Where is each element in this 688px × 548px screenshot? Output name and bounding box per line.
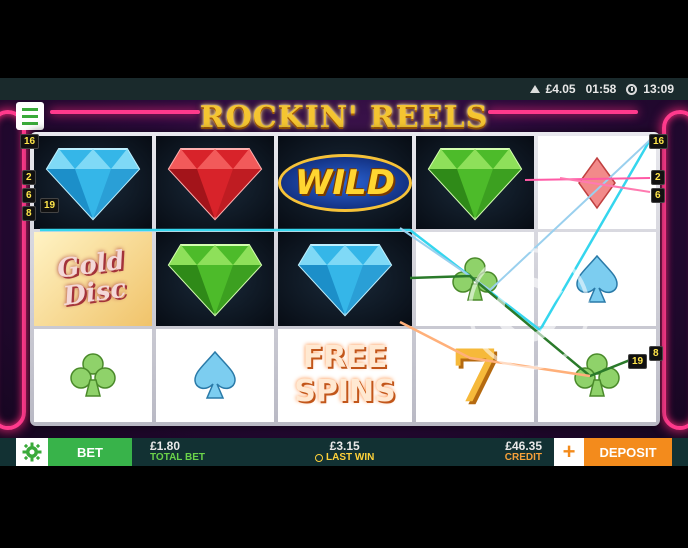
free-spins-text-1: FREE [302,340,388,376]
neon-frame-right [662,110,688,430]
line-marker-left: 6 [22,188,36,203]
green-diamond-icon [167,243,263,317]
line-marker-left: 16 [20,134,40,149]
clock-icon [626,83,638,95]
reel-cell [155,328,274,422]
reel-1: Gold Disc [34,136,152,422]
line-marker-right: 19 [628,354,648,369]
reel-cell [155,136,274,230]
menu-line [22,114,38,118]
bottom-bar: BET £1.80 TOTAL BET £3.15 LAST WIN £46.3… [0,438,688,466]
line-marker-right: 2 [651,170,665,185]
last-win-display: £3.15 LAST WIN [315,438,374,466]
reel-3: WILD FREE SPINS [277,136,413,422]
menu-line [22,107,38,111]
deposit-button[interactable]: DEPOSIT [584,438,672,466]
reel-cell: WILD [277,136,413,230]
total-bet-value: £1.80 [150,439,181,453]
reel-cell: Gold Disc [34,232,152,326]
line-marker-right: 6 [651,188,665,203]
credit-value: £46.35 [505,439,542,453]
last-win-label-wrap: LAST WIN [315,452,374,464]
line-marker-right: 16 [649,134,669,149]
menu-line [22,121,38,125]
status-balance: £4.05 [545,82,576,96]
bet-button[interactable]: BET [48,438,132,466]
spin-button[interactable] [468,248,590,370]
reel-cell [155,232,274,326]
settings-button[interactable] [16,438,48,466]
diamond-suit-icon [578,156,616,209]
wild-symbol: WILD [277,153,413,212]
last-win-value: £3.15 [329,439,360,453]
spade-icon [194,351,236,400]
reel-cell [538,136,656,230]
credit-display: £46.35 CREDIT [505,438,542,466]
neon-frame-left [0,110,26,430]
letterbox-top [0,0,688,78]
club-icon [574,353,620,398]
gold-disc-symbol: Gold Disc [55,246,131,313]
spin-arrow-icon [495,277,563,343]
reel-cell [416,136,534,230]
game-logo: ROCKIN' REELS [199,100,489,135]
free-spins-symbol: FREE SPINS [294,341,395,409]
last-win-label: LAST WIN [326,452,375,463]
total-bet-label: TOTAL BET [150,452,205,463]
reel-cell: FREE SPINS [277,328,413,422]
line-marker-left: 8 [22,206,36,221]
reel-cell [277,232,413,326]
reel-2 [155,136,274,422]
club-icon [70,353,116,398]
free-spins-text-2: SPINS [294,374,396,410]
line-marker-left: 19 [40,198,60,213]
red-diamond-icon [167,147,263,221]
total-bet-display: £1.80 TOTAL BET [150,438,205,466]
blue-diamond-icon [45,147,141,221]
add-funds-button[interactable]: + [554,438,584,466]
status-session-time: 01:58 [585,82,617,96]
gear-icon [22,442,42,462]
reel-cell [34,136,152,230]
reel-cell [34,328,152,422]
letterbox-bottom [0,466,688,548]
green-diamond-icon [427,147,523,221]
last-win-icon [315,454,323,462]
credit-label: CREDIT [504,452,542,463]
line-marker-right: 8 [649,346,663,361]
status-bar: £4.05 01:58 13:09 [0,78,688,100]
line-marker-left: 2 [22,170,36,185]
game-stage: ROCKIN' REELS Gold Disc WILD FREE SPINS … [0,100,688,438]
balance-up-icon [529,85,540,93]
menu-button[interactable] [16,102,44,130]
blue-diamond-icon [297,243,393,317]
status-clock-time: 13:09 [643,82,674,96]
